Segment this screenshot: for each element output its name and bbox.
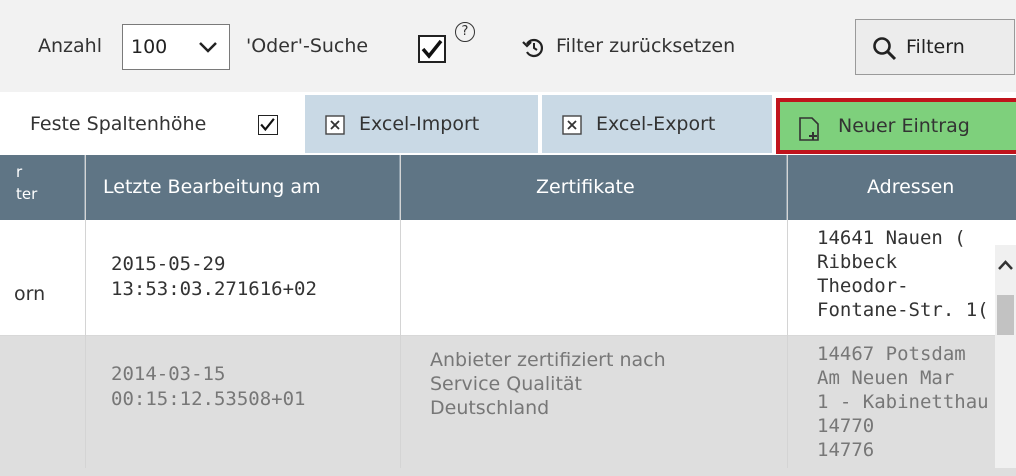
fixed-row-height-label: Feste Spaltenhöhe [30,113,207,135]
count-select-value: 100 [131,36,168,58]
excel-export-button[interactable]: Excel-Export [542,95,772,153]
partial-cell [0,336,85,476]
column-header-certificates[interactable]: Zertifikate [400,155,787,220]
excel-file-icon [562,115,582,135]
or-search-label: 'Oder'-Suche [246,35,369,57]
certificates-cell [400,220,787,335]
column-header-addresses[interactable]: Adressen [787,155,1016,220]
count-label: Anzahl [38,35,102,57]
filter-button-label: Filtern [906,36,965,58]
column-header-partial[interactable]: r ter [0,155,85,220]
column-divider [400,155,401,468]
certificates-cell: Anbieter zertifiziert nach Service Quali… [430,349,666,419]
last-edit-cell: 2015-05-29 13:53:03.271616+02 [111,253,317,300]
table-row[interactable]: 2014-03-15 00:15:12.53508+01 Anbieter ze… [0,336,1016,476]
addresses-cell: 14467 Potsdam Am Neuen Mar 1 - Kabinetth… [817,343,989,461]
excel-file-icon [325,115,345,135]
help-icon[interactable]: ? [455,22,475,42]
filter-bar: Anzahl 100 'Oder'-Suche ? Filter zurücks… [0,0,1016,92]
chevron-up-icon[interactable] [995,257,1016,273]
excel-import-label: Excel-Import [359,113,480,135]
fixed-row-height-checkbox[interactable] [258,115,278,135]
or-search-checkbox[interactable] [418,35,446,63]
reset-icon[interactable] [522,36,546,60]
count-select[interactable]: 100 [122,24,230,70]
column-divider [85,155,86,468]
excel-export-label: Excel-Export [596,113,716,135]
new-entry-label: Neuer Eintrag [838,115,970,137]
new-entry-button[interactable]: Neuer Eintrag [776,98,1016,154]
reset-filter-link[interactable]: Filter zurücksetzen [556,35,735,57]
checkmark-icon [421,39,443,59]
column-header-last-edit[interactable]: Letzte Bearbeitung am [85,155,400,220]
filter-button[interactable]: Filtern [855,19,1015,75]
fixed-row-height-toggle[interactable]: Feste Spaltenhöhe [0,95,305,153]
chevron-down-icon [199,42,217,53]
last-edit-cell: 2014-03-15 00:15:12.53508+01 [111,363,306,410]
table-row[interactable]: orn 2015-05-29 13:53:03.271616+02 14641 … [0,220,1016,336]
table-toolbar: Feste Spaltenhöhe Excel-Import Excel-Exp… [0,95,1016,154]
addresses-scrollbar[interactable] [995,245,1016,468]
excel-import-button[interactable]: Excel-Import [305,95,540,153]
column-divider [787,155,788,468]
scrollbar-thumb[interactable] [997,295,1014,335]
partial-cell: orn [14,283,46,305]
addresses-cell: 14641 Nauen ( Ribbeck Theodor- Fontane-S… [817,227,989,321]
search-icon [873,37,897,61]
new-document-icon [799,117,819,141]
table-header: r ter Letzte Bearbeitung am Zertifikate … [0,155,1016,220]
checkmark-icon [260,118,275,132]
